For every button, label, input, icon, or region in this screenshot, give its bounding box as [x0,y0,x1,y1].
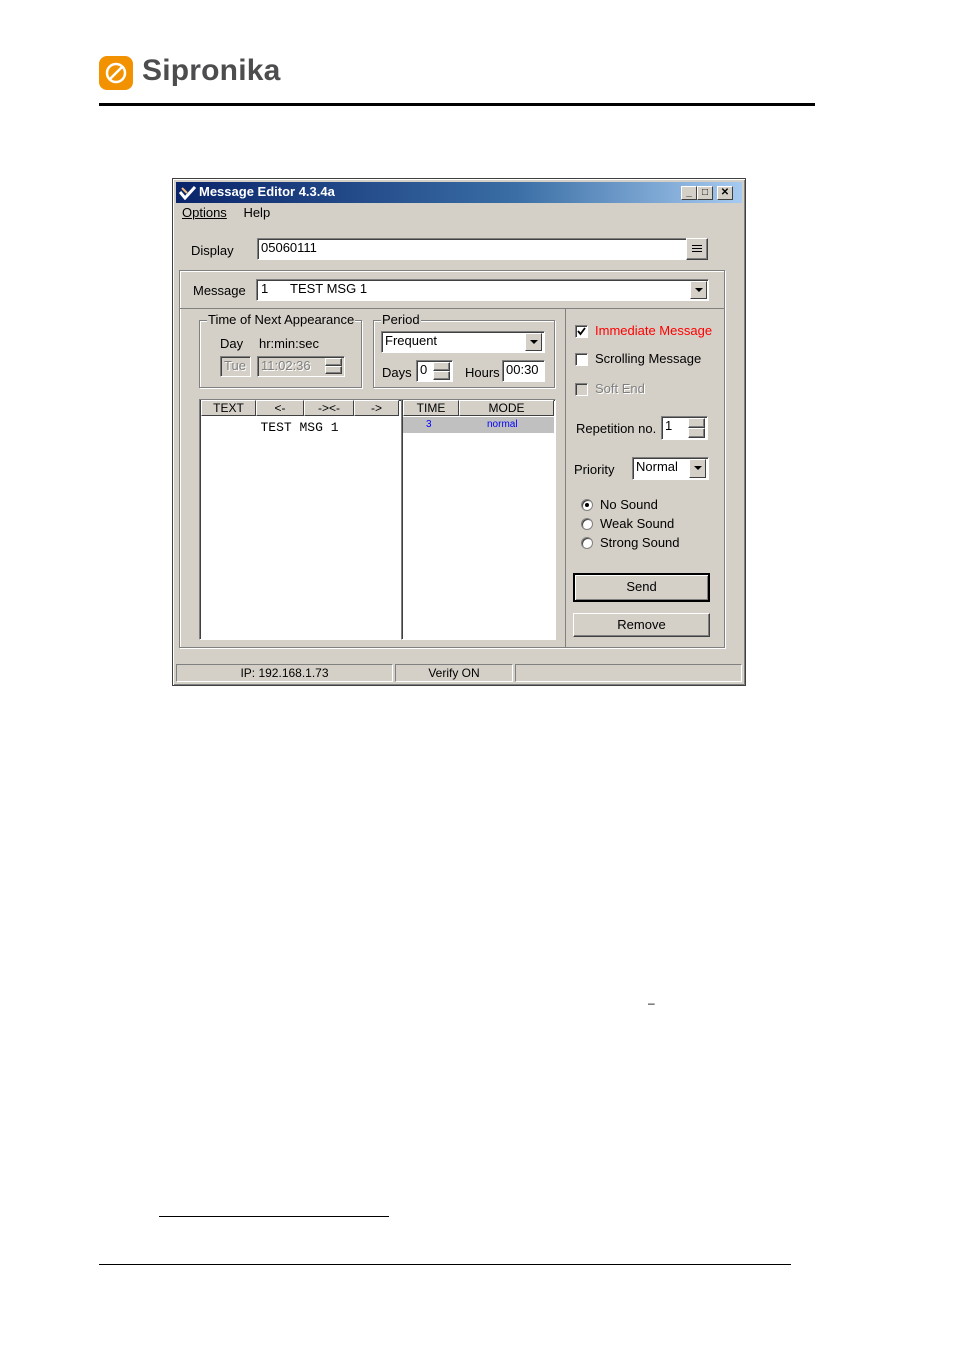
priority-value: Normal [636,459,678,474]
next-appearance-group [199,320,362,388]
status-ip: IP: 192.168.1.73 [176,664,393,682]
time-value: 11:02:36 [261,358,311,373]
message-select[interactable]: 1 TEST MSG 1 [256,279,709,301]
footnote-rule [159,1216,389,1217]
stray-mark: – [648,996,655,1010]
no-sound-label[interactable]: No Sound [600,497,658,512]
no-sound-radio[interactable] [581,499,593,511]
days-label: Days [382,365,412,380]
hours-value: 00:30 [506,362,539,377]
repetition-value: 1 [665,418,673,433]
hours-field[interactable]: 00:30 [502,360,545,382]
column-header-text[interactable]: TEXT [201,400,256,416]
time-label: hr:min:sec [259,336,319,351]
app-icon [179,185,196,200]
column-header-time[interactable]: TIME [403,400,459,416]
repetition-label: Repetition no. [576,421,657,436]
next-appearance-legend: Time of Next Appearance [207,312,356,327]
display-picker-button[interactable] [686,238,708,260]
period-select[interactable]: Frequent [381,331,545,353]
display-field[interactable]: 05060111 [257,238,687,260]
days-value: 0 [420,362,428,377]
footer-rule [99,1264,791,1265]
day-field: Tue [220,356,251,377]
display-label: Display [191,243,234,258]
message-label: Message [193,283,246,298]
column-header-right[interactable]: -> [354,400,399,416]
period-value: Frequent [385,333,438,348]
column-header-mode[interactable]: MODE [459,400,554,416]
header-rule [99,103,815,106]
menu-bar: Options Help [177,205,278,223]
menu-help[interactable]: Help [243,205,270,220]
strong-sound-label[interactable]: Strong Sound [600,535,680,550]
text-list[interactable]: TEXT <- -><- -> TEST MSG 1 [199,399,402,640]
scrolling-label[interactable]: Scrolling Message [595,351,701,366]
days-field[interactable]: 0 [416,360,453,382]
scrolling-checkbox[interactable] [575,353,588,366]
days-spin-down-icon[interactable] [433,371,450,380]
column-header-left[interactable]: <- [256,400,304,416]
window-title: Message Editor 4.3.4a [199,184,335,199]
table-row[interactable]: 3 normal [403,417,554,433]
time-spin-down-icon [325,366,342,374]
maximize-icon[interactable]: □ [697,186,713,200]
menu-options[interactable]: Options [182,205,227,220]
title-bar[interactable]: Message Editor 4.3.4a _ □ ✕ [176,182,742,203]
status-verify: Verify ON [395,664,513,682]
hours-label: Hours [465,365,500,380]
days-spin-up-icon[interactable] [433,362,450,371]
list-icon [692,245,702,252]
immediate-label[interactable]: Immediate Message [595,323,712,338]
time-field: 11:02:36 [257,356,345,377]
time-list[interactable]: TIME MODE 3 normal [401,399,556,640]
priority-label: Priority [574,462,615,477]
close-icon[interactable]: ✕ [717,186,733,200]
divider-horizontal [179,308,725,309]
display-value: 05060111 [261,240,317,255]
message-number: 1 [261,281,269,296]
column-header-center[interactable]: -><- [304,400,354,416]
period-legend: Period [381,312,421,327]
weak-sound-radio[interactable] [581,518,593,530]
immediate-checkbox[interactable] [575,325,588,338]
soft-end-label: Soft End [595,381,645,396]
mode-cell: normal [487,419,518,430]
chevron-down-icon[interactable] [690,281,707,299]
status-extra [515,664,742,682]
repetition-spin-down-icon[interactable] [688,428,705,438]
divider-vertical [565,308,566,648]
check-icon [577,327,586,336]
strong-sound-radio[interactable] [581,537,593,549]
chevron-down-icon[interactable] [689,459,706,478]
minimize-icon[interactable]: _ [681,186,697,200]
message-text: TEST MSG 1 [290,281,368,296]
repetition-field[interactable]: 1 [661,416,708,440]
day-label: Day [220,336,244,351]
time-spin-up-icon [325,358,342,366]
time-cell: 3 [426,419,432,430]
priority-select[interactable]: Normal [632,457,709,480]
day-value: Tue [224,358,246,373]
brand-name: Sipronika [142,54,281,87]
message-editor-window: Message Editor 4.3.4a _ □ ✕ Options Help… [172,178,746,686]
weak-sound-label[interactable]: Weak Sound [600,516,674,531]
soft-end-checkbox [575,383,588,396]
list-item[interactable]: TEST MSG 1 [200,420,399,435]
sipronika-logo-icon [99,56,133,90]
send-button[interactable]: Send [573,573,710,602]
chevron-down-icon[interactable] [525,333,542,351]
remove-button[interactable]: Remove [573,613,710,637]
repetition-spin-up-icon[interactable] [688,418,705,428]
